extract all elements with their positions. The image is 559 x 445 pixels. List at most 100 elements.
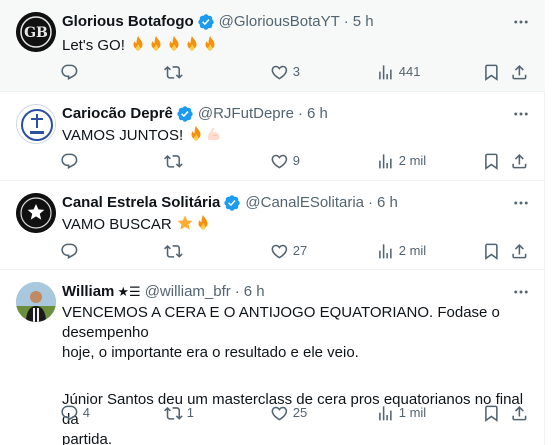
- display-name[interactable]: Cariocão Deprê: [62, 104, 173, 124]
- repost-button[interactable]: [164, 151, 187, 171]
- repost-button[interactable]: [164, 62, 187, 82]
- tweet-actions: 9 2 mil: [56, 151, 531, 171]
- more-button[interactable]: [511, 104, 531, 124]
- like-count: 9: [292, 153, 300, 168]
- timestamp[interactable]: 6 h: [377, 193, 398, 213]
- reply-button[interactable]: [60, 151, 83, 171]
- like-button[interactable]: 25: [270, 403, 307, 423]
- reply-button[interactable]: [60, 241, 83, 261]
- fire-emoji-icon: [201, 35, 219, 53]
- fire-emoji-icon: [129, 35, 147, 53]
- views-button[interactable]: 2 mil: [376, 241, 426, 261]
- avatar-logo: GB: [16, 12, 56, 52]
- like-icon: [270, 63, 289, 82]
- timestamp[interactable]: 5 h: [353, 12, 374, 32]
- display-name[interactable]: Glorious Botafogo: [62, 12, 194, 32]
- avatar[interactable]: GB: [16, 12, 56, 52]
- views-button[interactable]: 1 mil: [376, 403, 426, 423]
- timeline: GB Glorious Botafogo @GloriousBotaYT · 5…: [0, 0, 545, 445]
- views-button[interactable]: 441: [376, 62, 420, 82]
- bookmark-icon: [482, 404, 501, 423]
- like-button[interactable]: 3: [270, 62, 300, 82]
- like-button[interactable]: 27: [270, 241, 307, 261]
- like-count: 25: [292, 405, 308, 420]
- tweet-actions: 3 441: [56, 62, 531, 82]
- avatar[interactable]: [16, 193, 56, 233]
- tweet-header: Canal Estrela Solitária @CanalESolitaria…: [62, 193, 398, 213]
- reply-icon: [60, 242, 79, 261]
- tweet-text: Let's GO!: [62, 35, 532, 56]
- tweet-card[interactable]: Canal Estrela Solitária @CanalESolitaria…: [0, 181, 545, 270]
- tweet-header: William ★☰ @william_bfr · 6 h: [62, 282, 265, 302]
- bookmark-button[interactable]: [482, 62, 501, 82]
- avatar-logo: [16, 193, 56, 233]
- bookmark-button[interactable]: [482, 151, 501, 171]
- handle[interactable]: @GloriousBotaYT: [219, 12, 340, 32]
- handle[interactable]: @william_bfr: [145, 282, 231, 302]
- tweet-text: VAMOS JUNTOS!: [62, 125, 532, 146]
- more-icon: [512, 105, 530, 123]
- flexed-biceps-emoji-icon: [205, 125, 223, 143]
- display-name[interactable]: William: [62, 282, 114, 302]
- bookmark-icon: [482, 152, 501, 171]
- bookmark-button[interactable]: [482, 241, 501, 261]
- repost-button[interactable]: 1: [164, 403, 194, 423]
- timestamp[interactable]: 6 h: [307, 104, 328, 124]
- repost-icon: [164, 63, 183, 82]
- separator: ·: [234, 283, 240, 300]
- tweet-card[interactable]: GB Glorious Botafogo @GloriousBotaYT · 5…: [0, 0, 545, 92]
- share-button[interactable]: [510, 151, 529, 171]
- share-icon: [510, 404, 529, 423]
- share-icon: [510, 242, 529, 261]
- more-icon: [512, 13, 530, 31]
- share-button[interactable]: [510, 403, 529, 423]
- share-icon: [510, 152, 529, 171]
- tweet-text-line: partida.: [62, 431, 113, 445]
- like-button[interactable]: 9: [270, 151, 300, 171]
- reply-icon: [60, 404, 79, 423]
- tweet-card[interactable]: William ★☰ @william_bfr · 6 h VENCEMOS A…: [0, 270, 545, 445]
- views-icon: [376, 63, 395, 82]
- fire-emoji-icon: [187, 125, 205, 143]
- separator: ·: [368, 194, 374, 211]
- views-count: 1 mil: [398, 405, 427, 420]
- bookmark-icon: [482, 242, 501, 261]
- reply-button[interactable]: 4: [60, 403, 90, 423]
- avatar[interactable]: [16, 282, 56, 322]
- fire-emoji-icon: [165, 35, 183, 53]
- verified-icon: [176, 105, 194, 123]
- bookmark-button[interactable]: [482, 403, 501, 423]
- verified-icon: [223, 194, 241, 212]
- tweet-text: VENCEMOS A CERA E O ANTIJOGO EQUATORIANO…: [62, 303, 532, 445]
- like-icon: [270, 242, 289, 261]
- display-name[interactable]: Canal Estrela Solitária: [62, 193, 220, 213]
- handle[interactable]: @RJFutDepre: [198, 104, 294, 124]
- reply-icon: [60, 63, 79, 82]
- tweet-text: VAMO BUSCAR: [62, 214, 532, 235]
- verified-icon: [197, 13, 215, 31]
- fire-emoji-icon: [183, 35, 201, 53]
- more-button[interactable]: [511, 282, 531, 302]
- reply-icon: [60, 152, 79, 171]
- handle[interactable]: @CanalESolitaria: [245, 193, 364, 213]
- repost-icon: [164, 242, 183, 261]
- share-button[interactable]: [510, 241, 529, 261]
- like-icon: [270, 152, 289, 171]
- name-badges: ★☰: [117, 284, 141, 299]
- reply-count: 4: [82, 405, 90, 420]
- like-icon: [270, 404, 289, 423]
- tweet-card[interactable]: Cariocão Deprê @RJFutDepre · 6 h VAMOS J…: [0, 92, 545, 181]
- timestamp[interactable]: 6 h: [244, 282, 265, 302]
- views-button[interactable]: 2 mil: [376, 151, 426, 171]
- separator: ·: [297, 105, 303, 122]
- tweet-text-line: hoje, o importante era o resultado e ele…: [62, 344, 359, 361]
- reply-button[interactable]: [60, 62, 83, 82]
- more-button[interactable]: [511, 193, 531, 213]
- fire-emoji-group: [129, 37, 219, 54]
- tweet-text-line: Let's GO!: [62, 37, 125, 54]
- repost-button[interactable]: [164, 241, 187, 261]
- avatar[interactable]: [16, 104, 56, 144]
- share-button[interactable]: [510, 62, 529, 82]
- more-button[interactable]: [511, 12, 531, 32]
- like-count: 27: [292, 243, 308, 258]
